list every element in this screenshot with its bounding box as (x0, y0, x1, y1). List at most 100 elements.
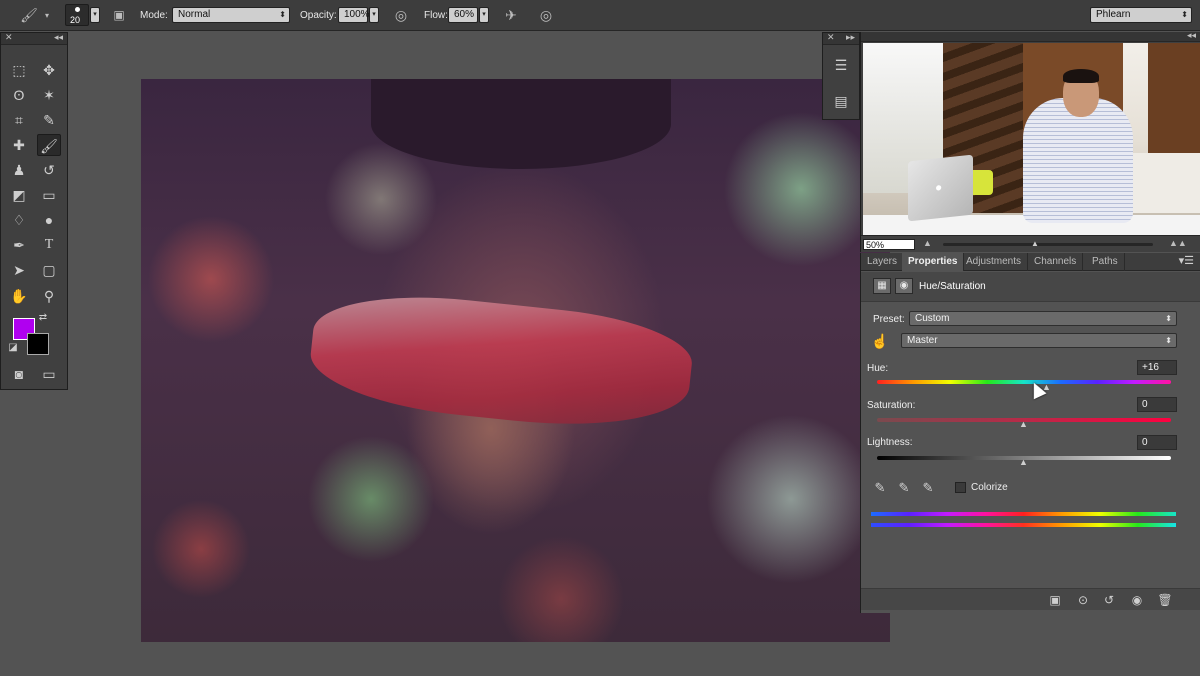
tool-preset-chevron-icon[interactable]: ▾ (42, 0, 52, 31)
quick-mask-icon[interactable]: ◙ (7, 363, 31, 385)
eyedropper-plus-icon[interactable]: ✎ (895, 479, 913, 497)
navigator-zoom-bar: 50% ▲ ▲ ▲▲ (861, 235, 1200, 252)
pen-icon[interactable]: ✒ (7, 234, 31, 256)
brush-icon[interactable]: 🖌 (37, 134, 61, 156)
zoom-slider-thumb-icon[interactable]: ▲ (1031, 240, 1039, 248)
opacity-label: Opacity: (300, 10, 337, 21)
swap-colors-icon[interactable]: ⇄ (35, 310, 51, 326)
colorize-label: Colorize (971, 482, 1008, 493)
panel-tab-bar: Layers Properties Adjustments Channels P… (861, 253, 1200, 271)
stamp-icon[interactable]: ♟ (7, 159, 31, 181)
workspace-dropdown[interactable]: Phlearn ⬍ (1090, 7, 1192, 23)
healing-icon[interactable]: ✚ (7, 134, 31, 156)
adjustment-icon[interactable]: ▦ (873, 278, 891, 294)
saturation-slider-thumb-icon[interactable]: ▲ (1019, 419, 1028, 429)
blur-icon[interactable]: ♢ (7, 209, 31, 231)
history-brush-icon[interactable]: ↺ (37, 159, 61, 181)
tab-adjustments[interactable]: Adjustments (960, 253, 1029, 271)
path-select-icon[interactable]: ➤ (7, 259, 31, 281)
instructor-video-overlay: ● (863, 43, 1200, 235)
pressure-opacity-icon[interactable]: ◎ (392, 0, 410, 31)
properties-header: ▦ ◉ Hue/Saturation (861, 272, 1200, 302)
lightness-slider-thumb-icon[interactable]: ▲ (1019, 457, 1028, 467)
move-icon[interactable]: ✥ (37, 59, 61, 81)
trash-icon[interactable]: 🗑 (1155, 591, 1175, 609)
brush-presets-icon[interactable]: ▤ (829, 89, 853, 113)
crop-icon[interactable]: ⌗ (7, 109, 31, 131)
magic-wand-icon[interactable]: ✶ (37, 84, 61, 106)
close-icon[interactable]: ✕ (5, 32, 13, 43)
dodge-icon[interactable]: ● (37, 209, 61, 231)
type-icon[interactable]: T (37, 234, 61, 256)
hand-icon[interactable]: ✋ (7, 285, 31, 307)
apple-logo-icon: ● (935, 179, 943, 195)
navigator-panel: ◂◂ ● 50% ▲ ▲ ▲▲ (860, 30, 1200, 252)
zoom-icon[interactable]: ⚲ (37, 285, 61, 307)
zoom-slider-track[interactable] (943, 243, 1153, 246)
zoom-out-icon[interactable]: ▲ (923, 238, 932, 248)
mode-dropdown[interactable]: Normal ⬍ (172, 7, 290, 23)
dropdown-arrows-icon: ⬍ (1181, 10, 1188, 19)
reset-icon[interactable]: ↺ (1099, 591, 1119, 609)
mode-value: Normal (178, 9, 211, 20)
airbrush-icon[interactable]: ✈ (502, 0, 520, 31)
tool-presets-icon[interactable]: ☰ (829, 53, 853, 77)
lightness-value-field[interactable]: 0 (1137, 435, 1177, 450)
video-presenter-hair (1063, 69, 1099, 83)
gradient-icon[interactable]: ▭ (37, 184, 61, 206)
lasso-icon[interactable]: ʘ (7, 84, 31, 106)
brush-preset-dropdown-icon[interactable]: ▾ (90, 7, 100, 23)
saturation-value-field[interactable]: 0 (1137, 397, 1177, 412)
channel-dropdown[interactable]: Master ⬍ (901, 333, 1177, 348)
tab-channels[interactable]: Channels (1028, 253, 1084, 271)
expand-icon[interactable]: ▸▸ (846, 32, 855, 43)
channel-value: Master (907, 335, 938, 346)
opacity-field[interactable]: 100% (338, 7, 370, 23)
mode-label: Mode: (140, 10, 168, 21)
tab-paths[interactable]: Paths (1086, 253, 1125, 271)
output-color-spectrum (871, 523, 1176, 527)
tab-layers[interactable]: Layers (861, 253, 905, 271)
visibility-eye-icon[interactable]: ◉ (1127, 591, 1147, 609)
zoom-in-icon[interactable]: ▲▲ (1169, 238, 1187, 248)
tab-properties[interactable]: Properties (902, 253, 965, 271)
dropdown-arrows-icon: ⬍ (1165, 314, 1172, 323)
targeted-adjustment-hand-icon[interactable]: ☝ (871, 333, 888, 350)
screen-mode-icon[interactable]: ▭ (37, 363, 61, 385)
hue-value-field[interactable]: +16 (1137, 360, 1177, 375)
canvas-hair-area (371, 79, 671, 169)
marquee-icon[interactable]: ⬚ (7, 59, 31, 81)
default-colors-icon[interactable]: ◪ (5, 340, 21, 356)
flow-dropdown-icon[interactable]: ▾ (479, 7, 489, 23)
eraser-icon[interactable]: ◩ (7, 184, 31, 206)
preset-dropdown[interactable]: Custom ⬍ (909, 311, 1177, 326)
eyedropper-minus-icon[interactable]: ✎ (919, 479, 937, 497)
close-icon[interactable]: ✕ (827, 32, 835, 43)
collapse-icon[interactable]: ◂◂ (1187, 30, 1196, 41)
video-laptop: ● (908, 154, 973, 222)
preset-label: Preset: (873, 314, 905, 325)
clip-to-layer-icon[interactable]: ▣ (1045, 591, 1065, 609)
pressure-size-icon[interactable]: ◎ (537, 0, 555, 31)
eyedropper-icon[interactable]: ✎ (37, 109, 61, 131)
opacity-dropdown-icon[interactable]: ▾ (369, 7, 379, 23)
collapse-icon[interactable]: ◂◂ (54, 32, 63, 43)
brush-panel-icon[interactable]: ▣ (110, 0, 128, 31)
input-color-spectrum (871, 512, 1176, 516)
document-canvas[interactable] (141, 79, 890, 642)
options-bar: 🖌 ▾ 20 ▾ ▣ Mode: Normal ⬍ Opacity: 100% ▾… (0, 0, 1200, 31)
zoom-field[interactable]: 50% (863, 239, 915, 250)
navigator-header: ◂◂ (861, 30, 1200, 42)
properties-footer: ▣ ⊙ ↺ ◉ 🗑 (861, 588, 1200, 610)
mask-icon[interactable]: ◉ (895, 278, 913, 294)
brush-tool-icon[interactable]: 🖌 (18, 0, 40, 31)
rectangle-icon[interactable]: ▢ (37, 259, 61, 281)
flow-field[interactable]: 60% (448, 7, 478, 23)
background-color-swatch[interactable] (27, 333, 49, 355)
view-previous-icon[interactable]: ⊙ (1073, 591, 1093, 609)
panel-menu-icon[interactable]: ▾☰ (1179, 254, 1194, 267)
eyedropper-icon[interactable]: ✎ (871, 479, 889, 497)
hue-slider[interactable] (877, 380, 1171, 384)
colorize-checkbox[interactable] (955, 482, 966, 493)
brush-preset-picker[interactable]: 20 (65, 4, 89, 26)
